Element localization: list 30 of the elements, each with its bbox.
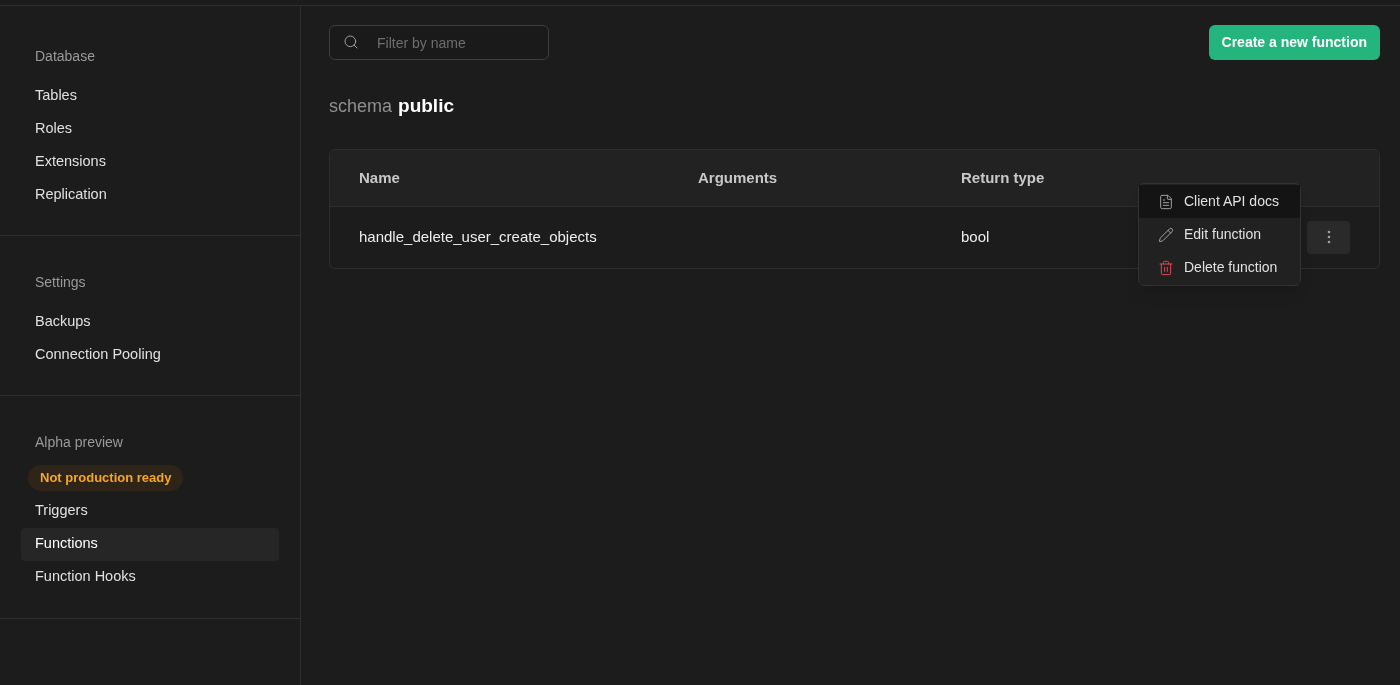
search-field[interactable]: Filter by name	[329, 25, 549, 60]
section-title: Database	[34, 47, 96, 66]
sidebar-item[interactable]: Function Hooks	[21, 560, 279, 594]
section-title: Settings	[34, 273, 87, 292]
pencil-icon	[1158, 226, 1174, 243]
sidebar-item[interactable]: Functions	[21, 527, 279, 561]
schema-name: public	[398, 94, 454, 118]
document-icon	[1158, 193, 1174, 210]
sidebar-item[interactable]: Tables	[21, 79, 279, 112]
table-cell: handle_delete_user_create_objects	[359, 228, 597, 245]
sidebar-item[interactable]: Triggers	[21, 494, 279, 528]
sidebar-item[interactable]: Extensions	[21, 145, 279, 178]
more-button[interactable]	[1307, 220, 1350, 254]
status-badge: Not production ready	[28, 465, 184, 491]
section-title: Alpha preview	[34, 433, 124, 452]
menu-item[interactable]: Edit function	[1139, 218, 1300, 251]
more-icon	[1326, 230, 1331, 244]
menu-item[interactable]: Delete function	[1139, 251, 1300, 284]
column-header: Name	[359, 168, 400, 186]
search-icon	[343, 34, 359, 50]
sidebar-item[interactable]: Roles	[21, 112, 279, 145]
schema-label: schema	[329, 95, 393, 118]
table-cell: bool	[961, 228, 990, 245]
sidebar-item[interactable]: Connection Pooling	[21, 338, 279, 371]
column-header: Return type	[961, 168, 1045, 186]
column-header: Arguments	[698, 168, 778, 186]
trash-icon	[1158, 259, 1174, 276]
sidebar-item[interactable]: Replication	[21, 178, 279, 211]
menu-item[interactable]: Client API docs	[1139, 185, 1300, 218]
sidebar-item[interactable]: Backups	[21, 305, 279, 338]
